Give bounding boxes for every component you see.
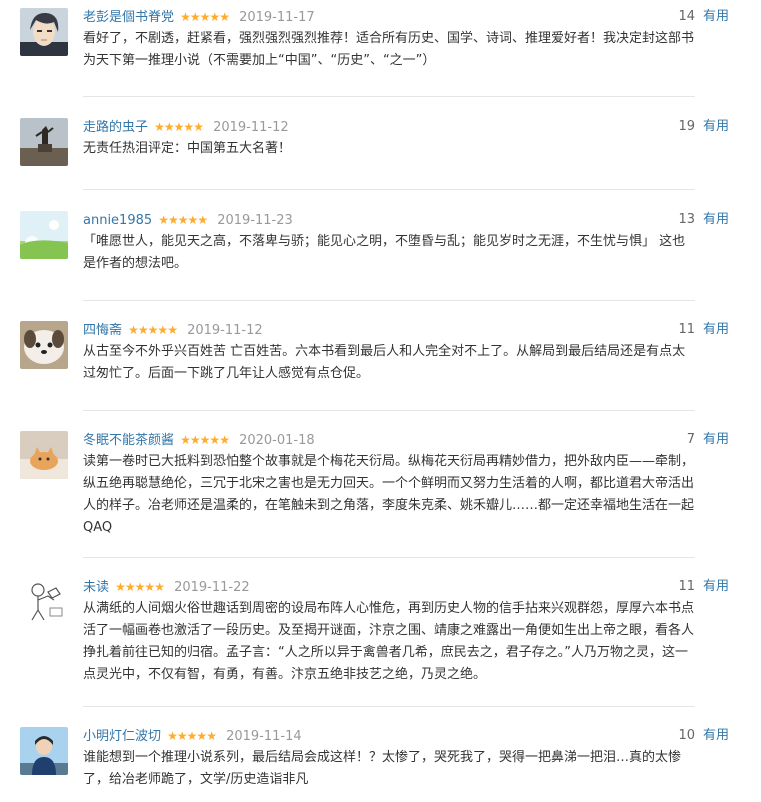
comment-text: 读第一卷时已大抵料到恐怕整个故事就是个梅花天衍局。纵梅花天衍局再精妙借力，把外敌… [83, 454, 695, 535]
divider [83, 300, 695, 301]
useful-button[interactable]: 有用 [703, 118, 729, 136]
comment-date: 2019-11-22 [174, 580, 250, 595]
divider [83, 96, 695, 97]
divider [83, 557, 695, 558]
comment-date: 2019-11-23 [217, 213, 293, 228]
vote-count-wrap: 11 [678, 321, 695, 339]
sketch-figure-icon[interactable] [20, 578, 68, 626]
useful-button[interactable]: 有用 [703, 578, 729, 596]
vote-count: 10 [678, 728, 695, 743]
useful-button[interactable]: 有用 [703, 727, 729, 745]
username-link[interactable]: 老彭是個书脊党 [83, 10, 174, 25]
useful-button[interactable]: 有用 [703, 8, 729, 26]
username-link[interactable]: 冬眠不能茶颜酱 [83, 433, 174, 448]
username-link[interactable]: 四悔斋 [83, 323, 122, 338]
comment-meta: 冬眠不能茶颜酱 ★★★★★ 2020-01-18 [83, 431, 315, 449]
vote-count: 11 [678, 322, 695, 337]
username-link[interactable]: 走路的虫子 [83, 120, 148, 135]
username-link[interactable]: annie1985 [83, 213, 152, 228]
green-landscape-icon[interactable] [20, 211, 68, 259]
comment-date: 2019-11-14 [226, 729, 302, 744]
vote-count-wrap: 19 [678, 118, 695, 136]
rating-stars: ★★★★★ [180, 433, 230, 447]
comment-date: 2019-11-12 [213, 120, 289, 135]
rating-stars: ★★★★★ [180, 10, 230, 24]
person-photo-icon[interactable] [20, 727, 68, 775]
vote-count-wrap: 7 [687, 431, 695, 449]
vote-count-wrap: 11 [678, 578, 695, 596]
comment-text: 无责任热泪评定：中国第五大名著！ [83, 141, 292, 156]
comment-date: 2019-11-12 [187, 323, 263, 338]
useful-button[interactable]: 有用 [703, 321, 729, 339]
vote-count: 7 [686, 432, 695, 447]
statue-photo-icon[interactable] [20, 118, 68, 166]
vote-count-wrap: 10 [678, 727, 695, 745]
comment-text: 从满纸的人间烟火俗世趣话到周密的设局布阵人心惟危，再到历史人物的信手拈来兴观群怨… [83, 601, 695, 682]
comment-meta: 未读 ★★★★★ 2019-11-22 [83, 578, 250, 596]
anime-portrait-icon[interactable] [20, 8, 68, 56]
username-link[interactable]: 未读 [83, 580, 109, 595]
useful-button[interactable]: 有用 [703, 211, 729, 229]
divider [83, 189, 695, 190]
comment-meta: 四悔斋 ★★★★★ 2019-11-12 [83, 321, 263, 339]
vote-count-wrap: 13 [678, 211, 695, 229]
rating-stars: ★★★★★ [115, 580, 165, 594]
comment-text: 看好了，不剧透，赶紧看，强烈强烈强烈推荐！适合所有历史、国学、诗词、推理爱好者！… [83, 31, 695, 68]
username-link[interactable]: 小明灯仁波切 [83, 729, 161, 744]
rating-stars: ★★★★★ [154, 120, 204, 134]
comment-meta: 走路的虫子 ★★★★★ 2019-11-12 [83, 118, 289, 136]
vote-count: 19 [678, 119, 695, 134]
cat-photo-icon[interactable] [20, 431, 68, 479]
vote-count-wrap: 14 [678, 8, 695, 26]
vote-count: 14 [678, 9, 695, 24]
comment-text: 「唯愿世人，能见天之高，不落卑与骄；能见心之明，不堕昏与乱；能见岁时之无涯，不生… [83, 234, 686, 271]
rating-stars: ★★★★★ [167, 729, 217, 743]
vote-count: 13 [678, 212, 695, 227]
rating-stars: ★★★★★ [158, 213, 208, 227]
divider [83, 706, 695, 707]
rating-stars: ★★★★★ [128, 323, 178, 337]
useful-button[interactable]: 有用 [703, 431, 729, 449]
comment-meta: annie1985 ★★★★★ 2019-11-23 [83, 211, 293, 229]
comment-text: 从古至今不外乎兴百姓苦 亡百姓苦。六本书看到最后人和人完全对不上了。从解局到最后… [83, 344, 686, 381]
comment-date: 2019-11-17 [239, 10, 315, 25]
divider [83, 410, 695, 411]
comment-date: 2020-01-18 [239, 433, 315, 448]
comment-text: 谁能想到一个推理小说系列，最后结局会成这样！？太惨了，哭死我了，哭得一把鼻涕一把… [83, 750, 682, 787]
puppy-photo-icon[interactable] [20, 321, 68, 369]
vote-count: 11 [678, 579, 695, 594]
comment-meta: 老彭是個书脊党 ★★★★★ 2019-11-17 [83, 8, 315, 26]
comment-meta: 小明灯仁波切 ★★★★★ 2019-11-14 [83, 727, 302, 745]
comment-list: 老彭是個书脊党 ★★★★★ 2019-11-17 14 有用 看好了，不剧透，赶… [0, 0, 761, 802]
